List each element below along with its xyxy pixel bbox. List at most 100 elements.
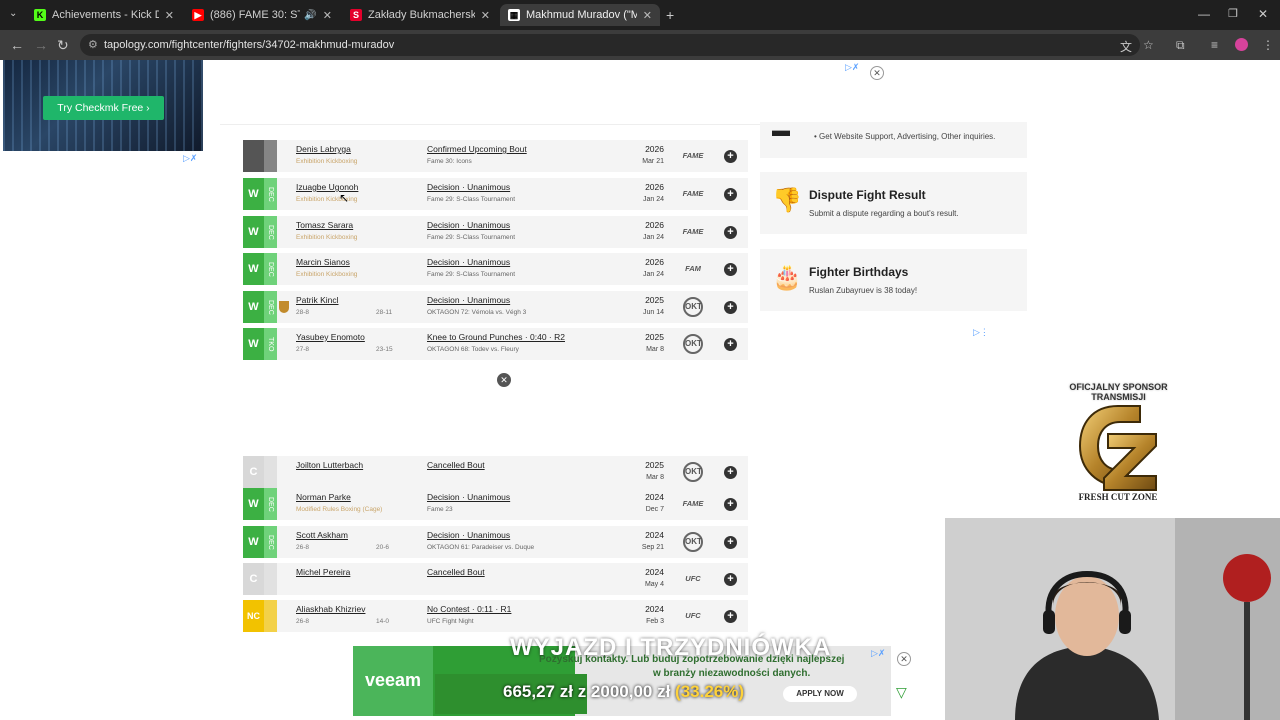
menu-icon[interactable]: ⋮ <box>1262 38 1274 52</box>
adchoices-icon[interactable]: ▷✗ <box>871 648 885 659</box>
tab-close-icon[interactable]: ✕ <box>643 9 652 22</box>
contact-card[interactable]: ▬ • Get Website Support, Advertising, Ot… <box>760 120 1027 158</box>
promotion-logo[interactable]: UFC <box>681 608 705 624</box>
expand-plus-icon[interactable]: + <box>724 466 737 479</box>
result-link[interactable]: Decision · Unanimous <box>427 530 510 540</box>
minimize-icon[interactable]: — <box>1198 7 1210 21</box>
promotion-logo[interactable]: FAME <box>681 186 705 202</box>
translate-icon[interactable]: 文 <box>1120 38 1132 55</box>
event-name[interactable]: Fame 29: S-Class Tournament <box>427 196 515 203</box>
event-name[interactable]: Fame 29: S-Class Tournament <box>427 271 515 278</box>
ad-close-icon[interactable]: ✕ <box>870 66 884 80</box>
expand-plus-icon[interactable]: + <box>724 188 737 201</box>
opponent-link[interactable]: Denis Labryga <box>296 144 351 154</box>
fight-row[interactable]: W DEC Izuagbe Ugonoh Exhibition Kickboxing D… <box>243 178 748 210</box>
adchoices-icon[interactable]: ▷⋮ <box>973 327 989 338</box>
opponent-link[interactable]: Aliaskhab Khizriev <box>296 604 365 614</box>
event-name[interactable]: OKTAGON 72: Vémola vs. Végh 3 <box>427 309 526 316</box>
event-name[interactable]: UFC Fight Night <box>427 618 474 625</box>
promotion-logo[interactable]: FAME <box>681 148 705 164</box>
fight-row[interactable]: C Joilton Lutterbach Cancelled Bout 2025 Mar… <box>243 456 748 488</box>
promotion-logo[interactable]: FAME <box>681 224 705 240</box>
expand-plus-icon[interactable]: + <box>724 150 737 163</box>
filter-icon[interactable]: ▽ <box>896 684 907 701</box>
result-link[interactable]: Cancelled Bout <box>427 567 485 577</box>
result-link[interactable]: Decision · Unanimous <box>427 295 510 305</box>
fight-row[interactable]: Denis Labryga Exhibition Kickboxing Confir… <box>243 140 748 172</box>
tab-kick[interactable]: K Achievements - Kick Dashboard ✕ <box>26 4 182 26</box>
reading-list-icon[interactable]: ≡ <box>1211 38 1218 52</box>
opponent-link[interactable]: Norman Parke <box>296 492 351 502</box>
result-link[interactable]: Knee to Ground Punches · 0:40 · R2 <box>427 332 565 342</box>
expand-plus-icon[interactable]: + <box>724 301 737 314</box>
event-name[interactable]: Fame 23 <box>427 506 453 513</box>
tab-close-icon[interactable]: ✕ <box>165 9 174 22</box>
opponent-link[interactable]: Scott Askham <box>296 530 348 540</box>
adchoices-icon[interactable]: ▷✗ <box>183 153 197 164</box>
result-link[interactable]: Decision · Unanimous <box>427 492 510 502</box>
promotion-logo[interactable]: OKT <box>683 532 703 552</box>
profile-avatar[interactable] <box>1235 38 1248 51</box>
tab-search-icon[interactable]: ⌄ <box>9 8 17 19</box>
fight-row[interactable]: NC Aliaskhab Khizriev 26-8 14-0 No Contest ·… <box>243 600 748 632</box>
opponent-link[interactable]: Michel Pereira <box>296 567 350 577</box>
result-link[interactable]: Cancelled Bout <box>427 460 485 470</box>
opponent-link[interactable]: Joilton Lutterbach <box>296 460 363 470</box>
expand-plus-icon[interactable]: + <box>724 263 737 276</box>
expand-plus-icon[interactable]: + <box>724 536 737 549</box>
promotion-logo[interactable]: OKT <box>683 297 703 317</box>
event-name[interactable]: Fame 30: Icons <box>427 158 472 165</box>
tab-youtube[interactable]: ▶ (886) FAME 30: STUDIO + 🔊 ✕ <box>184 4 340 26</box>
tab-close-icon[interactable]: ✕ <box>481 9 490 22</box>
fight-row[interactable]: W DEC Tomasz Sarara Exhibition Kickboxing De… <box>243 216 748 248</box>
fight-row[interactable]: W DEC Scott Askham 26-8 20-6 Decision · Unani… <box>243 526 748 558</box>
fight-row[interactable]: C Michel Pereira Cancelled Bout 2024 May 4 UF… <box>243 563 748 595</box>
window-close-icon[interactable]: ✕ <box>1258 7 1268 21</box>
result-link[interactable]: Decision · Unanimous <box>427 220 510 230</box>
fight-row[interactable]: W DEC Norman Parke Modified Rules Boxing (C… <box>243 488 748 520</box>
expand-plus-icon[interactable]: + <box>724 226 737 239</box>
fight-row[interactable]: W TKO Yasubey Enomoto 27-8 23-15 Knee to Grou… <box>243 328 748 360</box>
result-link[interactable]: Confirmed Upcoming Bout <box>427 144 527 154</box>
opponent-link[interactable]: Tomasz Sarara <box>296 220 353 230</box>
dispute-card[interactable]: 👎 Dispute Fight Result Submit a dispute … <box>760 172 1027 234</box>
expand-plus-icon[interactable]: + <box>724 338 737 351</box>
fight-row[interactable]: W DEC Patrik Kincl 28-8 28-11 Decision · Unan… <box>243 291 748 323</box>
result-link[interactable]: Decision · Unanimous <box>427 182 510 192</box>
speaker-icon[interactable]: 🔊 <box>304 10 316 21</box>
tab-superbet[interactable]: S Zakłady Bukmacherskie na Boks ✕ <box>342 4 498 26</box>
expand-plus-icon[interactable]: + <box>724 573 737 586</box>
try-checkmk-button[interactable]: Try Checkmk Free › <box>43 96 164 120</box>
back-icon[interactable]: ← <box>10 37 24 53</box>
birthdays-card[interactable]: 🎂 Fighter Birthdays Ruslan Zubayruev is … <box>760 249 1027 311</box>
bookmark-star-icon[interactable]: ☆ <box>1143 38 1154 52</box>
tab-close-icon[interactable]: ✕ <box>323 9 332 22</box>
promotion-logo[interactable]: OKT <box>683 462 703 482</box>
adchoices-icon[interactable]: ▷✗ <box>845 62 859 73</box>
restore-icon[interactable]: ❐ <box>1228 7 1238 20</box>
expand-plus-icon[interactable]: + <box>724 498 737 511</box>
ad-close-icon[interactable]: ✕ <box>497 373 511 387</box>
event-name[interactable]: Fame 29: S-Class Tournament <box>427 234 515 241</box>
promotion-logo[interactable]: FAM <box>681 261 705 277</box>
tab-tapology[interactable]: ▦ Makhmud Muradov ("Mach") | ✕ <box>500 4 660 26</box>
expand-plus-icon[interactable]: + <box>724 610 737 623</box>
promotion-logo[interactable]: OKT <box>683 334 703 354</box>
result-link[interactable]: Decision · Unanimous <box>427 257 510 267</box>
site-settings-icon[interactable]: ⚙ <box>88 34 98 56</box>
forward-icon[interactable]: → <box>34 37 48 53</box>
top-ad-banner[interactable] <box>220 60 870 125</box>
ad-close-icon[interactable]: ✕ <box>897 652 911 666</box>
result-link[interactable]: No Contest · 0:11 · R1 <box>427 604 511 614</box>
url-field[interactable]: ⚙ tapology.com/fightcenter/fighters/3470… <box>80 34 1140 56</box>
promotion-logo[interactable]: UFC <box>681 571 705 587</box>
opponent-link[interactable]: Patrik Kincl <box>296 295 339 305</box>
promotion-logo[interactable]: FAME <box>681 496 705 512</box>
opponent-link[interactable]: Marcin Sianos <box>296 257 350 267</box>
event-name[interactable]: OKTAGON 61: Paradeiser vs. Duque <box>427 544 534 551</box>
new-tab-icon[interactable]: + <box>666 7 674 23</box>
opponent-link[interactable]: Yasubey Enomoto <box>296 332 365 342</box>
fight-row[interactable]: W DEC Marcin Sianos Exhibition Kickboxing De… <box>243 253 748 285</box>
reload-icon[interactable]: ↻ <box>57 37 69 54</box>
checkmk-ad[interactable]: Try Checkmk Free › <box>3 60 203 151</box>
